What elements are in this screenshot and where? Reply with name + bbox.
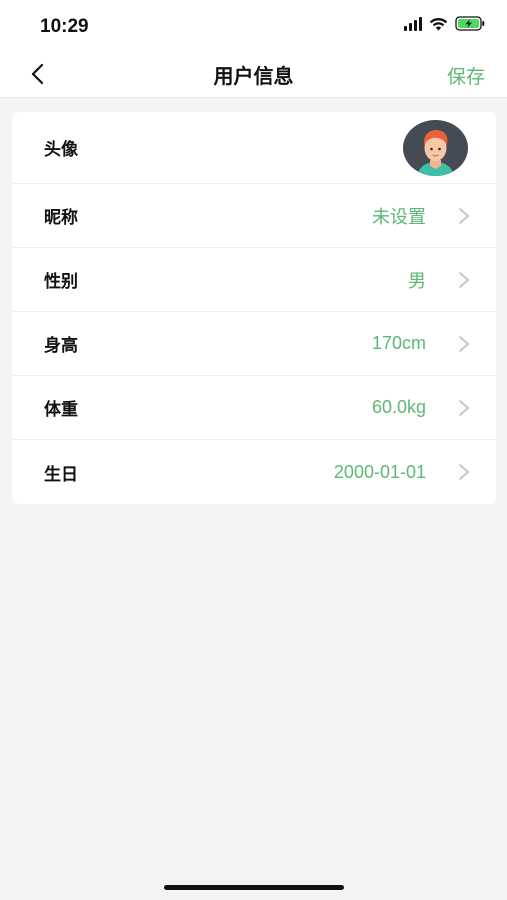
height-row[interactable]: 身高 170cm bbox=[12, 312, 496, 376]
nav-bar: 用户信息 保存 bbox=[0, 50, 507, 98]
weight-value: 60.0kg bbox=[371, 397, 426, 417]
save-button[interactable]: 保存 bbox=[447, 62, 485, 89]
chevron-right-icon bbox=[459, 271, 469, 288]
battery-charging-icon bbox=[455, 16, 485, 31]
status-time: 10:29 bbox=[40, 16, 89, 37]
chevron-right-icon bbox=[459, 335, 469, 352]
profile-card: 头像 昵称 未设置 性别 男 身高 170cm 体重 60.0kg 生日 200… bbox=[12, 112, 496, 504]
signal-icon bbox=[404, 16, 422, 31]
gender-row[interactable]: 性别 男 bbox=[12, 248, 496, 312]
gender-value: 男 bbox=[408, 270, 426, 292]
avatar[interactable] bbox=[403, 120, 468, 176]
avatar-label: 头像 bbox=[44, 140, 78, 160]
chevron-right-icon bbox=[459, 464, 469, 480]
birthday-label: 生日 bbox=[44, 464, 78, 485]
nickname-label: 昵称 bbox=[44, 208, 78, 228]
page-title: 用户信息 bbox=[213, 64, 294, 88]
chevron-right-icon bbox=[459, 207, 469, 224]
birthday-value: 2000-01-01 bbox=[333, 461, 426, 482]
weight-label: 体重 bbox=[44, 400, 78, 420]
nickname-row[interactable]: 昵称 未设置 bbox=[12, 184, 496, 248]
wifi-icon bbox=[429, 17, 448, 31]
height-label: 身高 bbox=[44, 336, 78, 356]
height-value: 170cm bbox=[371, 333, 426, 353]
chevron-right-icon bbox=[459, 399, 469, 416]
status-icons bbox=[404, 16, 485, 31]
avatar-row[interactable]: 头像 bbox=[12, 112, 496, 184]
nickname-value: 未设置 bbox=[372, 206, 426, 228]
birthday-row[interactable]: 生日 2000-01-01 bbox=[12, 440, 496, 504]
weight-row[interactable]: 体重 60.0kg bbox=[12, 376, 496, 440]
status-bar: 10:29 bbox=[0, 0, 507, 50]
gender-label: 性别 bbox=[44, 272, 78, 292]
home-indicator[interactable] bbox=[164, 885, 344, 890]
